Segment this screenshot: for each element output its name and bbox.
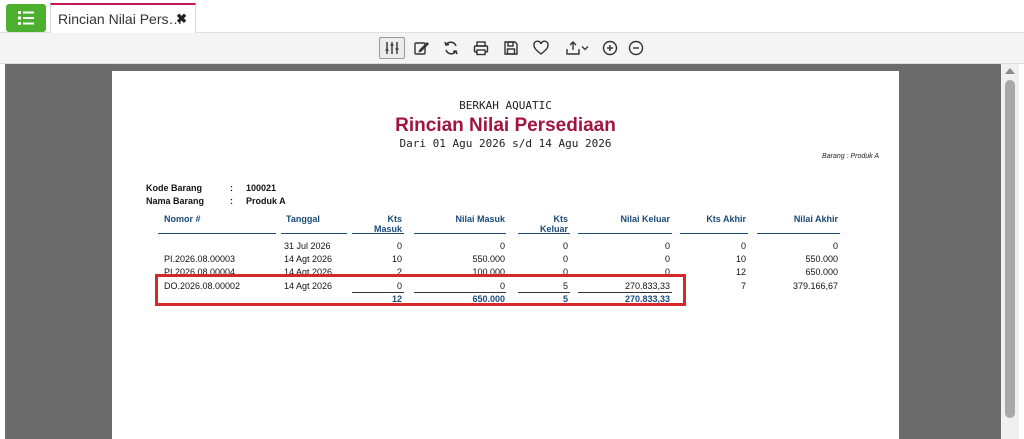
table-cell-nilai-masuk: 550.000	[472, 254, 505, 264]
report-page: BERKAH AQUATIC Rincian Nilai Persediaan …	[112, 71, 899, 439]
col-kts-keluar: Kts Keluar	[539, 214, 568, 234]
menu-button[interactable]	[6, 4, 46, 32]
table-cell-kts-masuk: 10	[391, 254, 402, 264]
table-cell-tanggal: 31 Jul 2026	[284, 241, 331, 251]
refresh-icon	[444, 41, 458, 55]
header-underline	[578, 233, 672, 234]
favorite-heart-icon	[533, 40, 549, 55]
table-cell-nilai-akhir: 550.000	[805, 254, 838, 264]
export-button[interactable]	[560, 37, 594, 59]
refresh-button[interactable]	[438, 37, 464, 59]
table-cell-kts-keluar: 0	[562, 254, 568, 264]
edit-button[interactable]	[408, 37, 434, 59]
header-underline	[680, 233, 748, 234]
tab-rincian-nilai-persediaan[interactable]: Rincian Nilai Pers… ✖	[50, 3, 196, 33]
print-button[interactable]	[468, 37, 494, 59]
zoom-in-icon	[602, 40, 618, 56]
save-icon	[504, 41, 518, 55]
table-cell-nilai-masuk: 0	[499, 241, 505, 251]
header-underline	[352, 233, 404, 234]
header-underline	[757, 233, 840, 234]
table-cell-nilai-keluar: 0	[664, 241, 670, 251]
tab-bar: Rincian Nilai Pers… ✖	[0, 0, 1024, 33]
scroll-thumb[interactable]	[1005, 80, 1015, 418]
filter-settings-icon	[385, 42, 399, 54]
save-button[interactable]	[498, 37, 524, 59]
scroll-up-arrow-icon[interactable]	[1005, 68, 1015, 74]
highlight-box	[155, 274, 686, 306]
barang-filter-note: Barang : Produk A	[822, 153, 879, 160]
zoom-in-button[interactable]	[597, 37, 623, 59]
table-cell-kts-akhir: 10	[735, 254, 746, 264]
print-icon	[473, 41, 489, 56]
table-cell-nomor: PI.2026.08.00003	[164, 254, 236, 264]
table-cell-kts-keluar: 0	[562, 241, 568, 251]
nama-barang-label: Nama Barang	[146, 196, 205, 206]
chevron-down-icon	[581, 46, 589, 51]
report-title: Rincian Nilai Persediaan	[395, 115, 616, 136]
col-nilai-masuk: Nilai Masuk	[455, 214, 505, 224]
kode-barang-colon: :	[230, 183, 233, 193]
header-underline	[158, 233, 276, 234]
col-tanggal: Tanggal	[286, 214, 320, 224]
header-underline	[414, 233, 506, 234]
kode-barang-label: Kode Barang	[146, 183, 203, 193]
zoom-out-button[interactable]	[623, 37, 649, 59]
nama-barang-colon: :	[230, 196, 233, 206]
table-cell-nilai-akhir: 650.000	[805, 267, 838, 277]
list-menu-icon	[18, 11, 34, 25]
col-kts-akhir: Kts Akhir	[706, 214, 746, 224]
export-icon	[566, 41, 580, 55]
favorite-button[interactable]	[528, 37, 554, 59]
col-nomor: Nomor #	[164, 214, 201, 224]
close-icon[interactable]: ✖	[176, 11, 187, 27]
report-viewer[interactable]: BERKAH AQUATIC Rincian Nilai Persediaan …	[5, 64, 1019, 439]
report-toolbar	[0, 33, 1024, 64]
edit-icon	[414, 42, 429, 55]
nama-barang-value: Produk A	[246, 196, 286, 206]
table-cell-tanggal: 14 Agt 2026	[284, 254, 333, 264]
zoom-out-icon	[628, 40, 644, 56]
header-underline	[281, 233, 347, 234]
table-cell-kts-akhir: 0	[740, 241, 746, 251]
filter-settings-button[interactable]	[379, 37, 405, 59]
col-nilai-akhir: Nilai Akhir	[793, 214, 838, 224]
kode-barang-value: 100021	[246, 183, 277, 193]
table-cell-nilai-akhir: 0	[832, 241, 838, 251]
col-kts-masuk: Kts Masuk	[373, 214, 402, 234]
company-name: BERKAH AQUATIC	[459, 99, 552, 112]
table-cell-nilai-keluar: 0	[664, 254, 670, 264]
header-underline	[518, 233, 570, 234]
table-cell-kts-akhir: 12	[735, 267, 746, 277]
table-cell-kts-masuk: 0	[396, 241, 402, 251]
col-nilai-keluar: Nilai Keluar	[620, 214, 670, 224]
table-cell-nilai-akhir: 379.166,67	[792, 281, 838, 291]
report-period: Dari 01 Agu 2026 s/d 14 Agu 2026	[399, 137, 612, 150]
vertical-scrollbar[interactable]	[1001, 64, 1019, 439]
table-cell-kts-akhir: 7	[740, 281, 746, 291]
tab-label: Rincian Nilai Pers…	[58, 11, 183, 27]
